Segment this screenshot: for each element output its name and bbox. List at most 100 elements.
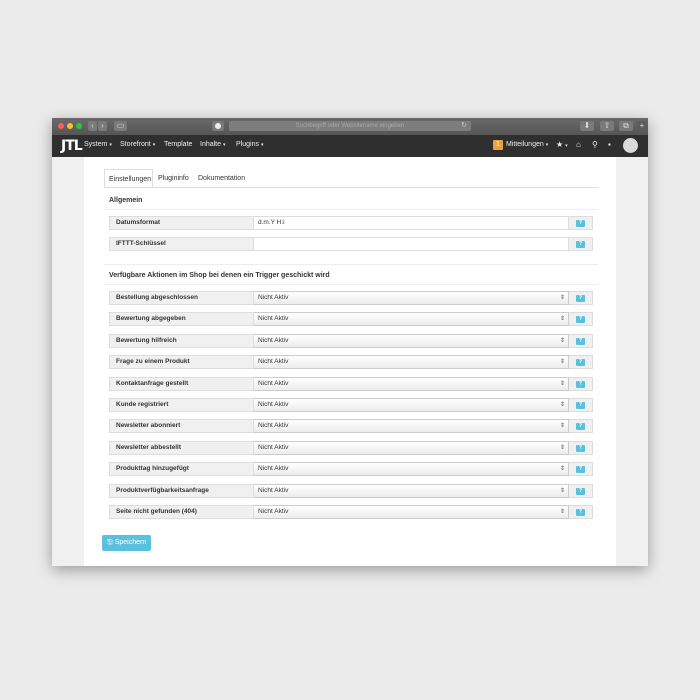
chevron-right-icon[interactable]: ›: [98, 121, 107, 131]
address-placeholder: Suchbegriff oder Websitename eingeben: [295, 123, 405, 129]
action-label: Produkttag hinzugefügt: [109, 462, 254, 477]
select-arrows-icon: ⇕: [559, 509, 565, 515]
nav-system[interactable]: System ▾: [84, 141, 112, 148]
select-value: Nicht Aktiv: [258, 401, 289, 408]
action-label: Kontaktanfrage gestellt: [109, 376, 254, 391]
tab-dokumentation[interactable]: Dokumentation: [194, 169, 248, 188]
action-select[interactable]: Nicht Aktiv ⇕: [254, 376, 569, 391]
action-label: Newsletter abbestellt: [109, 440, 254, 455]
action-row: Bestellung abgeschlossen Nicht Aktiv ⇕?: [109, 291, 593, 305]
star-icon[interactable]: ★ ▾: [556, 140, 568, 149]
action-select[interactable]: Nicht Aktiv ⇕: [254, 355, 569, 370]
browser-window: ‹ › ▭ Suchbegriff oder Websitename einge…: [52, 118, 648, 566]
section-title-allgemein: Allgemein: [109, 197, 143, 204]
select-arrows-icon: ⇕: [559, 295, 565, 301]
tabs-icon[interactable]: ⧉: [619, 121, 633, 131]
setting-row-ifttt-key: IFTTT-Schlüssel ?: [109, 237, 593, 251]
action-label: Bewertung abgegeben: [109, 312, 254, 327]
minimize-window-button[interactable]: [67, 123, 73, 129]
tab-einstellungen[interactable]: Einstellungen: [104, 169, 153, 188]
action-row: Produkttag hinzugefügt Nicht Aktiv ⇕?: [109, 462, 593, 477]
share-icon[interactable]: ⇧: [600, 121, 614, 131]
briefcase-icon[interactable]: ▪: [608, 140, 611, 149]
action-select[interactable]: Nicht Aktiv ⇕: [254, 440, 569, 455]
search-icon[interactable]: ⚲: [592, 140, 598, 149]
select-arrows-icon: ⇕: [559, 380, 565, 387]
select-value: Nicht Aktiv: [258, 358, 289, 366]
help-button[interactable]: ?: [576, 380, 585, 388]
help-button[interactable]: ?: [576, 509, 585, 516]
action-row: Bewertung abgegeben Nicht Aktiv ⇕?: [109, 312, 593, 327]
shield-icon[interactable]: [212, 121, 224, 131]
ifttt-key-input[interactable]: [254, 237, 569, 251]
nav-inhalte[interactable]: Inhalte ▾: [200, 141, 226, 148]
app-navbar: JTL System ▾ Storefront ▾ Template Inhalte…: [52, 135, 648, 157]
help-button[interactable]: ?: [576, 316, 585, 324]
action-select[interactable]: Nicht Aktiv ⇕: [254, 505, 569, 519]
action-row: Kunde registriert Nicht Aktiv ⇕?: [109, 398, 593, 412]
help-button[interactable]: ?: [576, 220, 585, 227]
action-label: Newsletter abonniert: [109, 419, 254, 434]
address-bar[interactable]: Suchbegriff oder Websitename eingeben ↻: [229, 121, 471, 131]
close-window-button[interactable]: [58, 123, 64, 129]
help-button[interactable]: ?: [576, 444, 585, 452]
select-value: Nicht Aktiv: [258, 336, 289, 344]
nav-storefront[interactable]: Storefront ▾: [120, 141, 155, 148]
help-button[interactable]: ?: [576, 423, 585, 431]
action-label: Seite nicht gefunden (404): [109, 505, 254, 519]
setting-row-datumsformat: Datumsformat d.m.Y H:i ?: [109, 216, 593, 230]
help-button[interactable]: ?: [576, 241, 585, 248]
select-value: Nicht Aktiv: [258, 422, 289, 430]
help-button[interactable]: ?: [576, 295, 585, 302]
action-select[interactable]: Nicht Aktiv ⇕: [254, 312, 569, 327]
download-icon[interactable]: ⬇: [580, 121, 594, 131]
reload-icon[interactable]: ↻: [461, 121, 467, 131]
help-button[interactable]: ?: [576, 337, 585, 345]
action-select[interactable]: Nicht Aktiv ⇕: [254, 462, 569, 477]
action-label: Frage zu einem Produkt: [109, 355, 254, 370]
select-value: Nicht Aktiv: [258, 294, 289, 301]
browser-toolbar: ‹ › ▭ Suchbegriff oder Websitename einge…: [52, 118, 648, 136]
messages-badge[interactable]: 1: [493, 140, 503, 150]
tab-plugininfo[interactable]: Plugininfo: [154, 169, 194, 188]
select-value: Nicht Aktiv: [258, 508, 289, 515]
setting-label: Datumsformat: [109, 216, 254, 230]
setting-label: IFTTT-Schlüssel: [109, 237, 254, 251]
select-value: Nicht Aktiv: [258, 443, 289, 451]
action-row: Newsletter abonniert Nicht Aktiv ⇕?: [109, 419, 593, 434]
action-row: Bewertung hilfreich Nicht Aktiv ⇕?: [109, 333, 593, 348]
select-arrows-icon: ⇕: [559, 423, 565, 430]
select-arrows-icon: ⇕: [559, 402, 565, 408]
save-button[interactable]: 🖫 Speichern: [102, 535, 151, 551]
select-value: Nicht Aktiv: [258, 465, 289, 473]
select-arrows-icon: ⇕: [559, 487, 565, 494]
chevron-left-icon[interactable]: ‹: [88, 121, 97, 131]
action-select[interactable]: Nicht Aktiv ⇕: [254, 333, 569, 348]
action-label: Bestellung abgeschlossen: [109, 291, 254, 305]
sidebar-icon[interactable]: ▭: [114, 121, 127, 131]
nav-template[interactable]: Template: [164, 141, 192, 148]
main-content: Einstellungen Plugininfo Dokumentation A…: [84, 157, 616, 566]
select-arrows-icon: ⇕: [559, 337, 565, 344]
nav-plugins[interactable]: Plugins ▾: [236, 141, 263, 148]
divider: [104, 284, 598, 285]
maximize-window-button[interactable]: [76, 123, 82, 129]
save-icon: 🖫: [106, 539, 113, 546]
date-format-input[interactable]: d.m.Y H:i: [254, 216, 569, 230]
action-select[interactable]: Nicht Aktiv ⇕: [254, 398, 569, 412]
help-button[interactable]: ?: [576, 466, 585, 474]
help-button[interactable]: ?: [576, 359, 585, 367]
select-value: Nicht Aktiv: [258, 379, 289, 387]
avatar[interactable]: [623, 138, 638, 153]
new-tab-icon[interactable]: +: [637, 121, 647, 131]
help-button[interactable]: ?: [576, 402, 585, 409]
action-select[interactable]: Nicht Aktiv ⇕: [254, 483, 569, 498]
select-value: Nicht Aktiv: [258, 315, 289, 323]
jtl-logo[interactable]: JTL: [61, 138, 83, 154]
action-select[interactable]: Nicht Aktiv ⇕: [254, 419, 569, 434]
nav-messages[interactable]: Mitteilungen ▾: [506, 141, 548, 148]
select-arrows-icon: ⇕: [559, 444, 565, 451]
action-select[interactable]: Nicht Aktiv ⇕: [254, 291, 569, 305]
help-button[interactable]: ?: [576, 487, 585, 495]
home-icon[interactable]: ⌂: [576, 140, 581, 149]
